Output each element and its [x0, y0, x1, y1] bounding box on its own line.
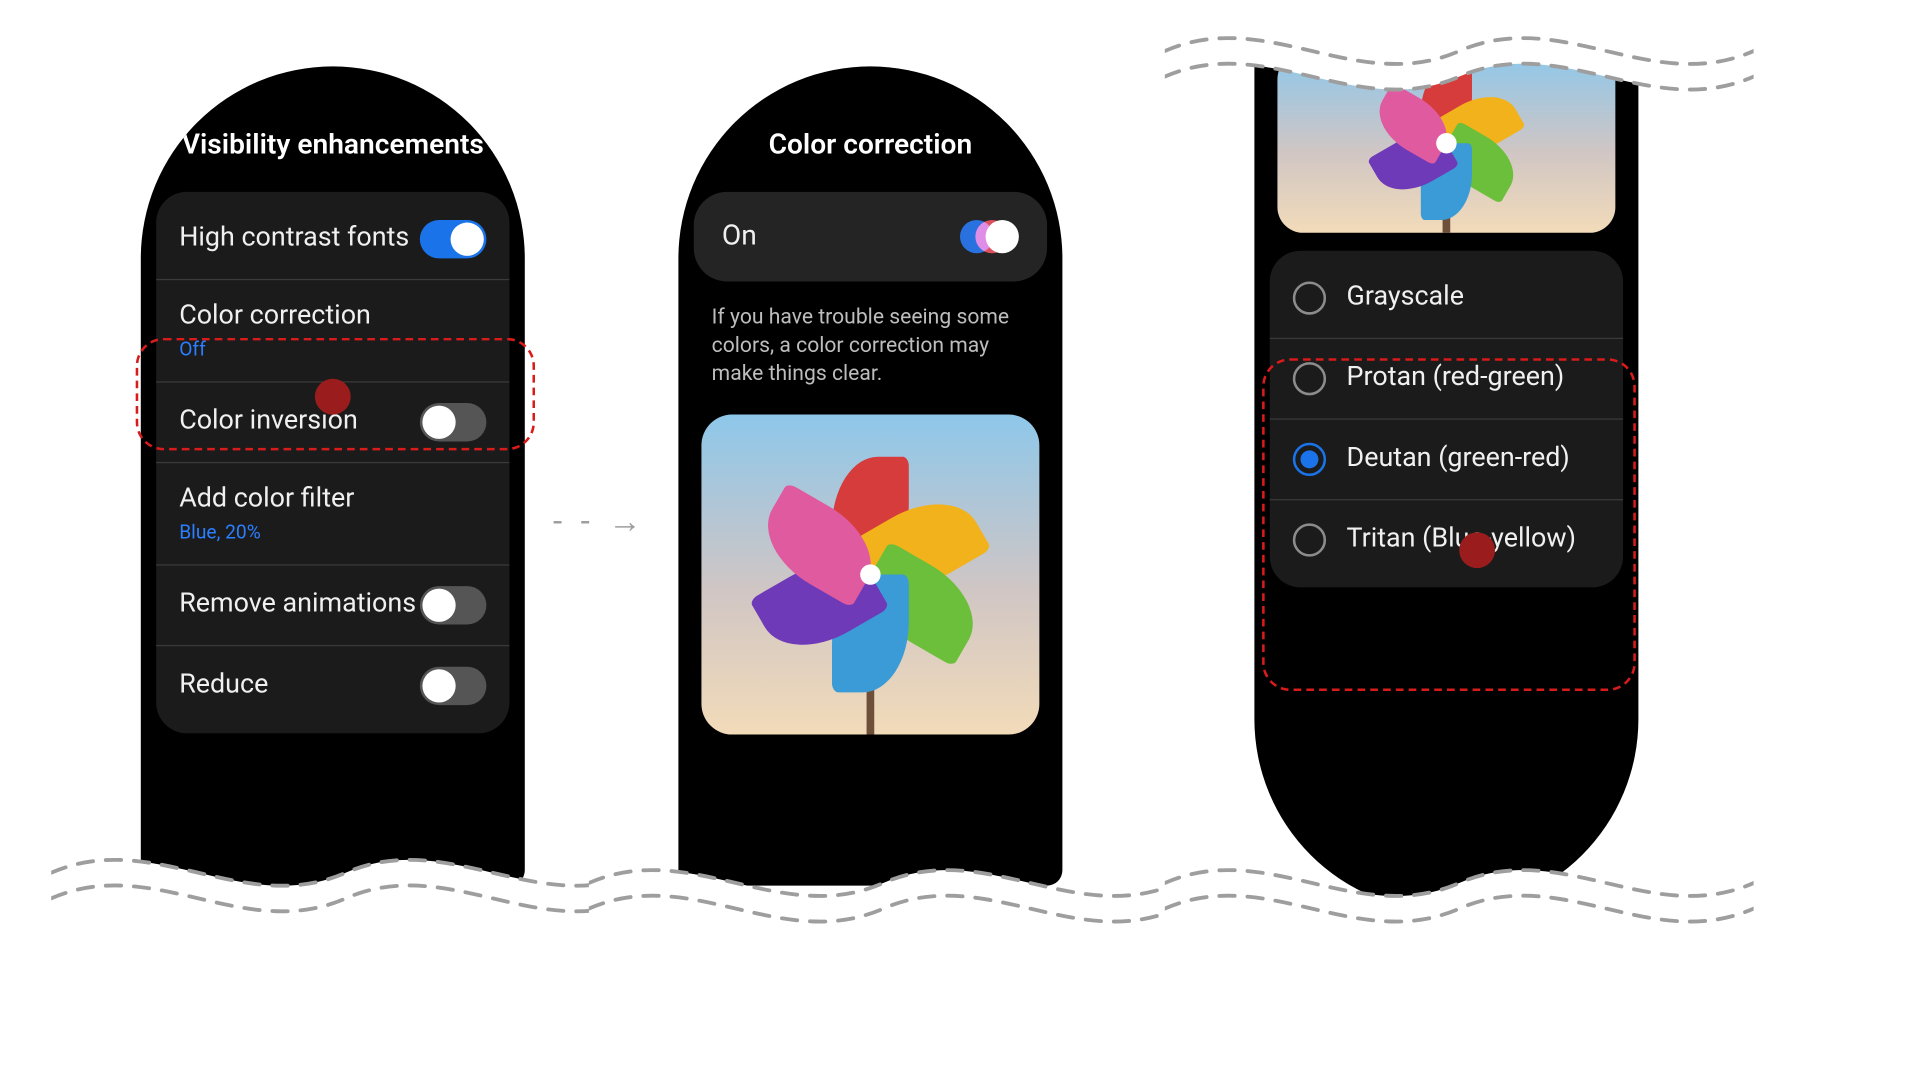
row-remove-animations[interactable]: Remove animations [156, 564, 509, 645]
watch-screen-visibility-enhancements: Visibility enhancements High contrast fo… [141, 66, 525, 885]
toggle-reduce[interactable] [420, 667, 487, 705]
settings-list: High contrast fonts Color correction Off… [156, 191, 509, 733]
option-label: Deutan (green-red) [1347, 443, 1570, 475]
option-deutan[interactable]: Deutan (green-red) [1270, 418, 1623, 499]
preview-image-pinwheel [701, 415, 1039, 735]
row-reduce[interactable]: Reduce [156, 645, 509, 726]
toggle-high-contrast-fonts[interactable] [420, 219, 487, 257]
row-sublabel: Off [179, 337, 486, 360]
flow-arrow-icon: - - → [553, 502, 647, 542]
option-label: Tritan (Blue-yellow) [1347, 524, 1576, 556]
toggle-label: On [722, 220, 757, 252]
row-add-color-filter[interactable]: Add color filter Blue, 20% [156, 462, 509, 565]
row-label: Reduce [179, 670, 420, 702]
diagram-stage: Visibility enhancements High contrast fo… [0, 2, 1920, 1077]
watch-screen-color-correction: Color correction On If you have trouble … [678, 66, 1062, 885]
row-label: High contrast fonts [179, 222, 420, 254]
toggle-remove-animations[interactable] [420, 586, 487, 624]
row-color-correction[interactable]: Color correction Off [156, 278, 509, 381]
row-label: Add color filter [179, 483, 486, 515]
option-grayscale[interactable]: Grayscale [1270, 258, 1623, 337]
page-title: Visibility enhancements [141, 105, 525, 191]
row-label: Color correction [179, 300, 486, 332]
option-protan[interactable]: Protan (red-green) [1270, 338, 1623, 419]
toggle-card-color-correction[interactable]: On [694, 191, 1047, 281]
radio-icon [1293, 281, 1326, 314]
radio-icon [1293, 362, 1326, 395]
row-color-inversion[interactable]: Color inversion [156, 381, 509, 462]
toggle-color-correction-on[interactable] [952, 217, 1019, 255]
row-label: Color inversion [179, 406, 420, 438]
description-text: If you have trouble seeing some colors, … [678, 281, 1062, 407]
page-title: Color correction [678, 105, 1062, 191]
row-label: Remove animations [179, 589, 420, 621]
row-sublabel: Blue, 20% [179, 521, 486, 544]
watch-screen-color-correction-options: Grayscale Protan (red-green) Deutan (gre… [1254, 41, 1638, 911]
correction-mode-list: Grayscale Protan (red-green) Deutan (gre… [1270, 251, 1623, 588]
preview-image-pinwheel [1277, 54, 1615, 233]
radio-icon [1293, 443, 1326, 476]
option-label: Grayscale [1347, 282, 1464, 314]
option-tritan[interactable]: Tritan (Blue-yellow) [1270, 499, 1623, 580]
radio-icon [1293, 523, 1326, 556]
option-label: Protan (red-green) [1347, 363, 1565, 395]
row-high-contrast-fonts[interactable]: High contrast fonts [156, 199, 509, 278]
toggle-color-inversion[interactable] [420, 403, 487, 441]
